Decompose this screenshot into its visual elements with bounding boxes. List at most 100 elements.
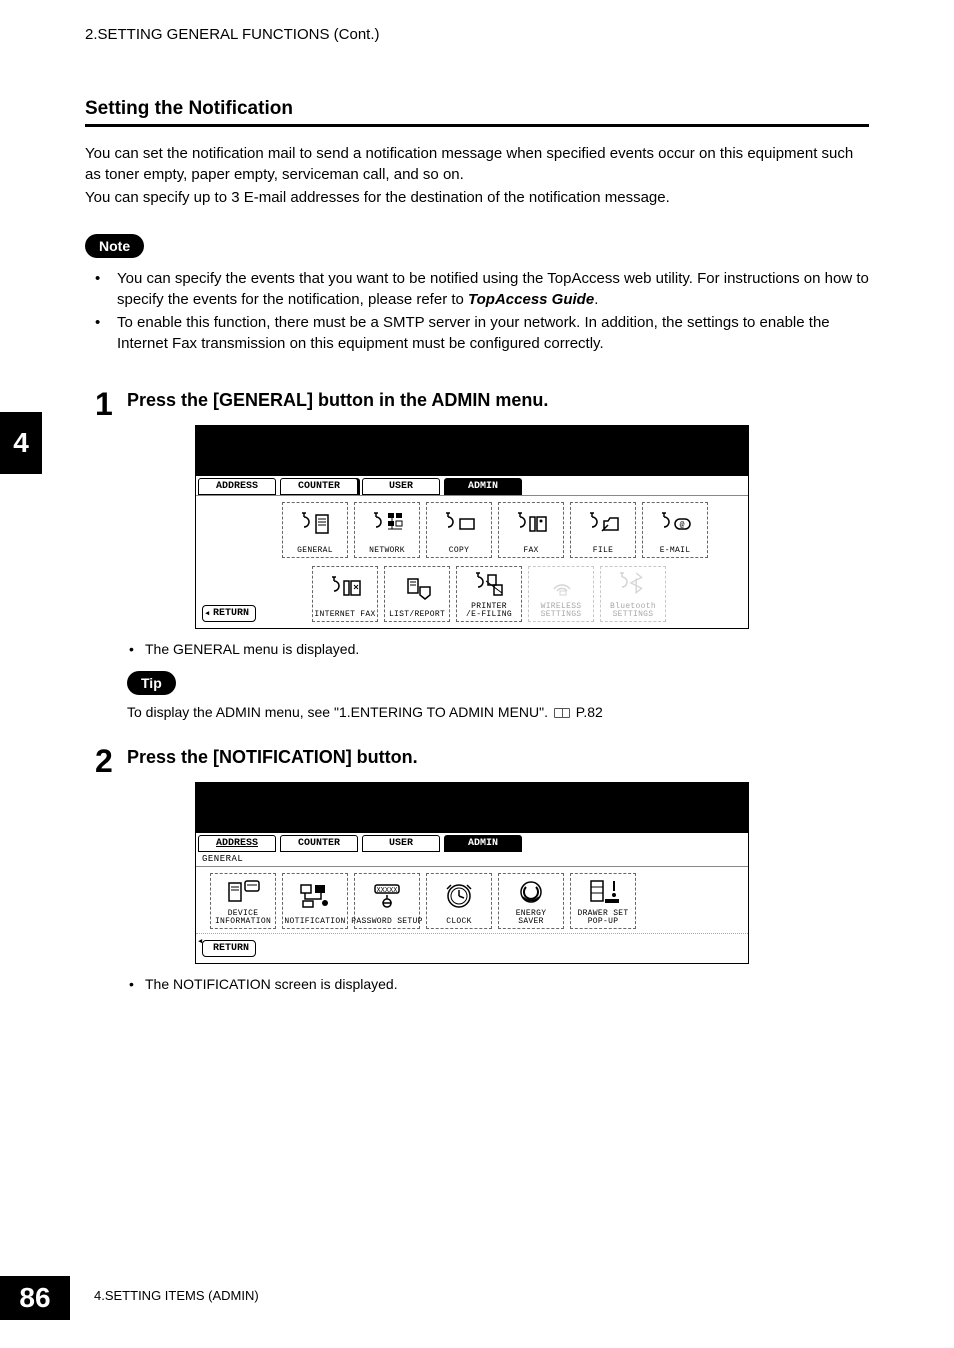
screen-header-black-2 xyxy=(196,783,748,833)
note-badge: Note xyxy=(85,234,144,258)
password-label: PASSWORD SETUP xyxy=(351,918,422,926)
bluetooth-label: Bluetooth SETTINGS xyxy=(610,603,656,619)
drawer-label: DRAWER SET POP-UP xyxy=(577,910,628,926)
step-2: 2 Press the [NOTIFICATION] button. ADDRE… xyxy=(85,747,869,992)
device-icon xyxy=(223,877,263,907)
chapter-side-tab: 4 xyxy=(0,412,42,474)
step-1: 1 Press the [GENERAL] button in the ADMI… xyxy=(85,390,869,723)
step-2-number: 2 xyxy=(95,743,113,780)
wireless-button[interactable]: WIRELESS SETTINGS xyxy=(528,566,594,622)
return-button[interactable]: RETURN xyxy=(202,605,256,622)
printer-label: PRINTER /E-FILING xyxy=(466,603,512,619)
tab-row-2: ADDRESS COUNTER USER ADMIN xyxy=(196,833,748,852)
note-list: You can specify the events that you want… xyxy=(85,268,869,354)
tab-counter[interactable]: COUNTER xyxy=(280,478,358,495)
note-item-1: You can specify the events that you want… xyxy=(85,268,869,310)
email-icon: @ xyxy=(658,511,692,539)
tab-address-2[interactable]: ADDRESS xyxy=(198,835,276,852)
section-title: Setting the Notification xyxy=(85,98,869,120)
screen-header-black xyxy=(196,426,748,476)
note-1-text-c: . xyxy=(594,291,598,308)
listreport-button[interactable]: LIST/REPORT xyxy=(384,566,450,622)
general-button[interactable]: GENERAL xyxy=(282,502,348,558)
tab-admin[interactable]: ADMIN xyxy=(444,478,522,495)
printer-icon xyxy=(472,571,506,599)
copy-button[interactable]: COPY xyxy=(426,502,492,558)
drawer-icon xyxy=(583,877,623,907)
clock-icon xyxy=(439,881,479,911)
step-1-number: 1 xyxy=(95,386,113,423)
password-icon: XXXXX xyxy=(367,881,407,911)
energy-label: ENERGY SAVER xyxy=(516,910,547,926)
clock-label: CLOCK xyxy=(446,918,472,926)
network-label: NETWORK xyxy=(369,547,405,555)
tab-admin-2[interactable]: ADMIN xyxy=(444,835,522,852)
notification-icon xyxy=(295,881,335,911)
fax-button[interactable]: FAX xyxy=(498,502,564,558)
internetfax-icon xyxy=(328,575,362,603)
notification-label: NOTIFICATION xyxy=(284,918,345,926)
email-button[interactable]: @ E-MAIL xyxy=(642,502,708,558)
password-button[interactable]: XXXXX PASSWORD SETUP xyxy=(354,873,420,929)
page-footer: 86 4.SETTING ITEMS (ADMIN) xyxy=(0,1276,954,1320)
file-icon xyxy=(586,511,620,539)
bluetooth-icon xyxy=(616,571,650,599)
energy-button[interactable]: ENERGY SAVER xyxy=(498,873,564,929)
listreport-label: LIST/REPORT xyxy=(389,611,445,619)
breadcrumb-general: GENERAL xyxy=(196,852,748,866)
footer-text: 4.SETTING ITEMS (ADMIN) xyxy=(70,1276,259,1303)
return-row: RETURN xyxy=(196,933,748,963)
admin-icon-grid-row2: RETURN INTERNET FAX LIST/REPORT PRINTER … xyxy=(196,562,748,628)
page-number: 86 xyxy=(0,1276,70,1320)
tip-text-a: To display the ADMIN menu, see "1.ENTERI… xyxy=(127,704,552,720)
tab-user-2[interactable]: USER xyxy=(362,835,440,852)
svg-text:XXXXX: XXXXX xyxy=(376,887,398,895)
general-icon-grid: DEVICE INFORMATION NOTIFICATION XXXXX PA… xyxy=(196,866,748,933)
clock-button[interactable]: CLOCK xyxy=(426,873,492,929)
printer-button[interactable]: PRINTER /E-FILING xyxy=(456,566,522,622)
tab-counter-2[interactable]: COUNTER xyxy=(280,835,358,852)
wireless-label: WIRELESS SETTINGS xyxy=(541,603,582,619)
note-1-guide-name: TopAccess Guide xyxy=(468,291,594,308)
network-icon xyxy=(370,511,404,539)
file-button[interactable]: FILE xyxy=(570,502,636,558)
admin-icon-grid-row1: GENERAL NETWORK COPY FAX FILE xyxy=(196,495,748,562)
device-info-button[interactable]: DEVICE INFORMATION xyxy=(210,873,276,929)
tab-user[interactable]: USER xyxy=(362,478,440,495)
listreport-icon xyxy=(400,575,434,603)
internetfax-label: INTERNET FAX xyxy=(314,611,375,619)
file-label: FILE xyxy=(593,547,613,555)
step-2-result-text: The NOTIFICATION screen is displayed. xyxy=(127,976,869,992)
tip-text-b: P.82 xyxy=(572,704,603,720)
step-1-result: The GENERAL menu is displayed. xyxy=(127,641,869,657)
note-item-2: To enable this function, there must be a… xyxy=(85,312,869,354)
wireless-icon xyxy=(544,571,578,599)
book-icon xyxy=(554,708,570,718)
tip-badge: Tip xyxy=(127,671,176,695)
fax-label: FAX xyxy=(523,547,538,555)
energy-icon xyxy=(511,877,551,907)
tip-text: To display the ADMIN menu, see "1.ENTERI… xyxy=(127,703,869,723)
admin-menu-screen: ADDRESS COUNTER USER ADMIN GENERAL NETWO… xyxy=(195,425,749,629)
network-button[interactable]: NETWORK xyxy=(354,502,420,558)
header-section: 2.SETTING GENERAL FUNCTIONS (Cont.) xyxy=(85,26,869,43)
title-rule xyxy=(85,124,869,127)
return-button-2[interactable]: RETURN xyxy=(202,940,256,957)
internetfax-button[interactable]: INTERNET FAX xyxy=(312,566,378,622)
general-icon xyxy=(298,511,332,539)
fax-icon xyxy=(514,511,548,539)
bluetooth-button[interactable]: Bluetooth SETTINGS xyxy=(600,566,666,622)
intro-paragraph-1: You can set the notification mail to sen… xyxy=(85,143,869,185)
tab-address[interactable]: ADDRESS xyxy=(198,478,276,495)
step-1-title: Press the [GENERAL] button in the ADMIN … xyxy=(127,390,869,411)
copy-label: COPY xyxy=(449,547,469,555)
drawer-button[interactable]: DRAWER SET POP-UP xyxy=(570,873,636,929)
notification-button[interactable]: NOTIFICATION xyxy=(282,873,348,929)
general-menu-screen: ADDRESS COUNTER USER ADMIN GENERAL DEVIC… xyxy=(195,782,749,964)
intro-paragraph-2: You can specify up to 3 E-mail addresses… xyxy=(85,187,869,208)
step-2-title: Press the [NOTIFICATION] button. xyxy=(127,747,869,768)
copy-icon xyxy=(442,511,476,539)
step-2-result: The NOTIFICATION screen is displayed. xyxy=(127,976,869,992)
device-label: DEVICE INFORMATION xyxy=(215,910,271,926)
general-label: GENERAL xyxy=(297,547,333,555)
